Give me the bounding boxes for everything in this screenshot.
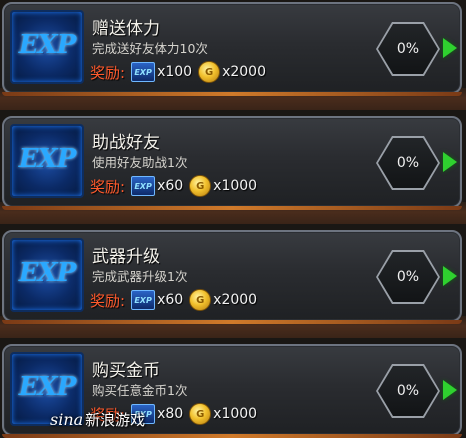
- gold-amount: x1000: [213, 178, 258, 194]
- reward-row: 奖励: EXP x60 G x2000: [90, 288, 263, 312]
- progress-hexagon: 0%: [376, 250, 440, 304]
- play-arrow-icon[interactable]: [443, 152, 457, 172]
- exp-badge-icon: EXP: [10, 10, 84, 84]
- gold-coin-icon: G: [189, 403, 212, 425]
- play-arrow-icon[interactable]: [443, 38, 457, 58]
- sina-logo: sina: [50, 410, 84, 429]
- progress-text: 0%: [378, 138, 438, 188]
- quest-card[interactable]: EXP 武器升级 完成武器升级1次 奖励: EXP x60 G x2000 0%: [2, 230, 462, 324]
- exp-amount: x60: [157, 292, 184, 308]
- reward-label: 奖励:: [90, 291, 126, 310]
- quest-title: 武器升级: [92, 247, 160, 267]
- play-arrow-icon[interactable]: [443, 380, 457, 400]
- quest-title: 助战好友: [92, 133, 160, 153]
- watermark-text: 新浪游戏: [85, 411, 146, 429]
- quest-title: 赠送体力: [92, 19, 160, 39]
- exp-reward-icon: EXP: [131, 62, 156, 82]
- quest-description: 完成送好友体力10次: [92, 41, 208, 56]
- reward-label: 奖励:: [90, 63, 126, 82]
- exp-amount: x60: [157, 178, 184, 194]
- gold-amount: x1000: [213, 406, 258, 422]
- progress-text: 0%: [378, 24, 438, 74]
- quest-description: 购买任意金币1次: [92, 383, 188, 398]
- exp-badge-icon: EXP: [10, 124, 84, 198]
- gold-coin-icon: G: [189, 175, 212, 197]
- exp-badge-icon: EXP: [10, 238, 84, 312]
- gold-coin-icon: G: [198, 61, 221, 83]
- reward-row: 奖励: EXP x60 G x1000: [90, 174, 263, 198]
- exp-amount: x80: [157, 406, 184, 422]
- quest-description: 完成武器升级1次: [92, 269, 188, 284]
- progress-text: 0%: [378, 252, 438, 302]
- quest-description: 使用好友助战1次: [92, 155, 188, 170]
- quest-card[interactable]: EXP 助战好友 使用好友助战1次 奖励: EXP x60 G x1000 0%: [2, 116, 462, 210]
- gold-amount: x2000: [222, 64, 266, 80]
- exp-amount: x100: [157, 64, 193, 80]
- reward-label: 奖励:: [90, 177, 126, 196]
- play-arrow-icon[interactable]: [443, 266, 457, 286]
- quest-title: 购买金币: [92, 361, 160, 381]
- quest-card[interactable]: EXP 赠送体力 完成送好友体力10次 奖励: EXP x100 G x2000…: [2, 2, 462, 96]
- sina-watermark: sina 新浪游戏: [50, 409, 145, 430]
- progress-hexagon: 0%: [376, 136, 440, 190]
- progress-text: 0%: [378, 366, 438, 416]
- gold-coin-icon: G: [189, 289, 212, 311]
- reward-row: 奖励: EXP x100 G x2000: [90, 60, 272, 84]
- exp-reward-icon: EXP: [131, 176, 156, 196]
- progress-hexagon: 0%: [376, 22, 440, 76]
- progress-hexagon: 0%: [376, 364, 440, 418]
- gold-amount: x2000: [213, 292, 258, 308]
- exp-reward-icon: EXP: [131, 290, 156, 310]
